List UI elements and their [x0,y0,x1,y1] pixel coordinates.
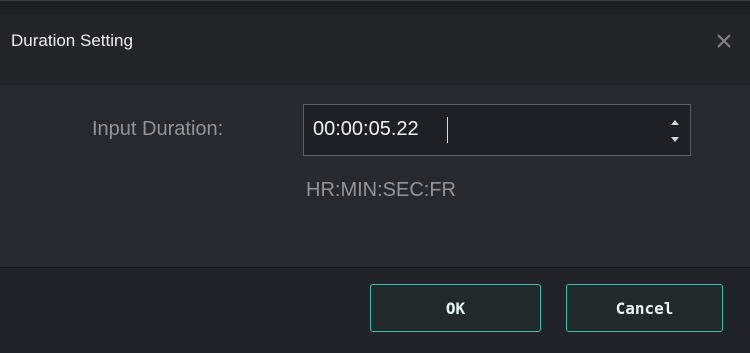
duration-setting-dialog: Duration Setting Input Duration: 00:00:0… [0,0,750,353]
duration-input[interactable]: 00:00:05.22 [303,104,691,156]
input-duration-label: Input Duration: [92,118,224,140]
ok-button[interactable]: OK [370,284,541,332]
dialog-title: Duration Setting [11,31,133,50]
close-icon [717,34,731,48]
spinner-arrows-icon[interactable] [668,112,682,150]
text-caret [447,117,448,143]
dialog-titlebar: Duration Setting [0,1,750,85]
duration-input-value[interactable]: 00:00:05.22 [313,118,419,141]
titlebar-top-strip [0,1,750,14]
duration-format-hint: HR:MIN:SEC:FR [306,179,456,201]
cancel-button[interactable]: Cancel [566,284,723,332]
close-button[interactable] [710,27,738,55]
